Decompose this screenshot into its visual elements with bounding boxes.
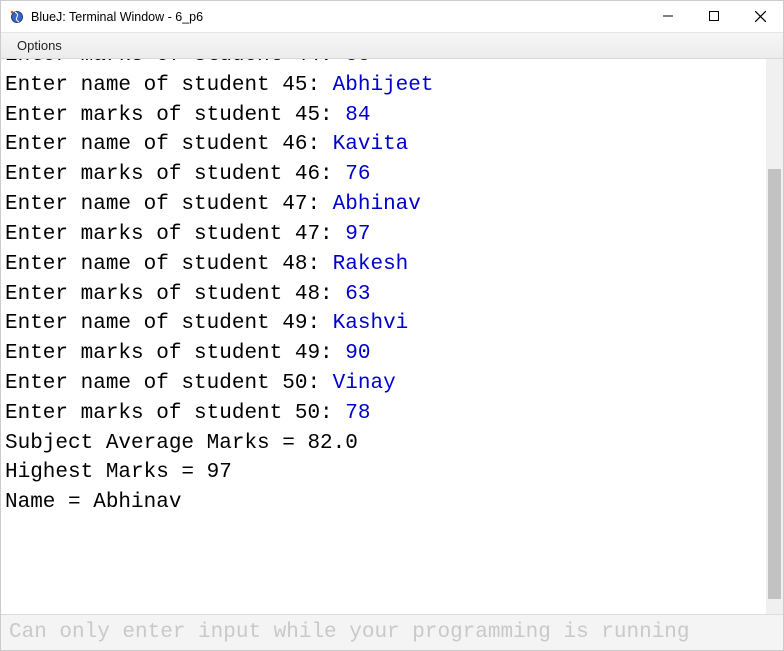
- user-input-value: 90: [345, 342, 370, 365]
- status-text: Can only enter input while your programm…: [9, 621, 690, 644]
- terminal-line: Subject Average Marks = 82.0: [5, 429, 779, 459]
- prompt-text: Enter marks of student 47:: [5, 223, 345, 246]
- scrollbar-thumb[interactable]: [768, 169, 781, 599]
- terminal-line: Enter name of student 46: Kavita: [5, 130, 779, 160]
- terminal-line: Enter name of student 45: Abhijeet: [5, 71, 779, 101]
- terminal-line: Enter name of student 48: Rakesh: [5, 250, 779, 280]
- prompt-text: Enter name of student 50:: [5, 372, 333, 395]
- vertical-scrollbar[interactable]: [766, 59, 783, 614]
- prompt-text: Enter marks of student 45:: [5, 104, 345, 127]
- terminal-line: Enter marks of student 48: 63: [5, 280, 779, 310]
- user-input-value: 85: [345, 59, 370, 67]
- close-button[interactable]: [737, 1, 783, 31]
- terminal-line: Enter marks of student 45: 84: [5, 101, 779, 131]
- prompt-text: Name = Abhinav: [5, 491, 181, 514]
- prompt-text: Enter marks of student 50:: [5, 402, 345, 425]
- user-input-value: Abhijeet: [333, 74, 434, 97]
- user-input-value: 63: [345, 283, 370, 306]
- status-bar: Can only enter input while your programm…: [1, 614, 783, 650]
- prompt-text: Enter name of student 49:: [5, 312, 333, 335]
- user-input-value: Kashvi: [333, 312, 409, 335]
- terminal-line: Enter marks of student 44: 85: [5, 59, 779, 71]
- terminal-line: Enter marks of student 47: 97: [5, 220, 779, 250]
- user-input-value: 97: [345, 223, 370, 246]
- terminal-line: Enter marks of student 46: 76: [5, 160, 779, 190]
- terminal-line: Highest Marks = 97: [5, 458, 779, 488]
- prompt-text: Enter marks of student 49:: [5, 342, 345, 365]
- prompt-text: Enter marks of student 44:: [5, 59, 345, 67]
- terminal-line: Enter name of student 47: Abhinav: [5, 190, 779, 220]
- user-input-value: Kavita: [333, 133, 409, 156]
- terminal-line: Enter name of student 49: Kashvi: [5, 309, 779, 339]
- user-input-value: 84: [345, 104, 370, 127]
- terminal-line: Enter marks of student 49: 90: [5, 339, 779, 369]
- prompt-text: Highest Marks = 97: [5, 461, 232, 484]
- titlebar: BlueJ: Terminal Window - 6_p6: [1, 1, 783, 33]
- prompt-text: Subject Average Marks = 82.0: [5, 432, 358, 455]
- terminal-output[interactable]: Enter marks of student 44: 85Enter name …: [1, 59, 783, 614]
- prompt-text: Enter name of student 46:: [5, 133, 333, 156]
- window-controls: [645, 1, 783, 32]
- bluej-app-icon: [9, 9, 25, 25]
- terminal-line: Name = Abhinav: [5, 488, 779, 518]
- user-input-value: Rakesh: [333, 253, 409, 276]
- prompt-text: Enter name of student 47:: [5, 193, 333, 216]
- user-input-value: 78: [345, 402, 370, 425]
- prompt-text: Enter marks of student 46:: [5, 163, 345, 186]
- terminal-line: Enter name of student 50: Vinay: [5, 369, 779, 399]
- menu-options[interactable]: Options: [9, 35, 70, 56]
- prompt-text: Enter name of student 48:: [5, 253, 333, 276]
- prompt-text: Enter name of student 45:: [5, 74, 333, 97]
- maximize-button[interactable]: [691, 1, 737, 31]
- user-input-value: Vinay: [333, 372, 396, 395]
- user-input-value: Abhinav: [333, 193, 421, 216]
- window-title: BlueJ: Terminal Window - 6_p6: [31, 10, 645, 24]
- prompt-text: Enter marks of student 48:: [5, 283, 345, 306]
- menubar: Options: [1, 33, 783, 59]
- user-input-value: 76: [345, 163, 370, 186]
- minimize-button[interactable]: [645, 1, 691, 31]
- terminal-line: Enter marks of student 50: 78: [5, 399, 779, 429]
